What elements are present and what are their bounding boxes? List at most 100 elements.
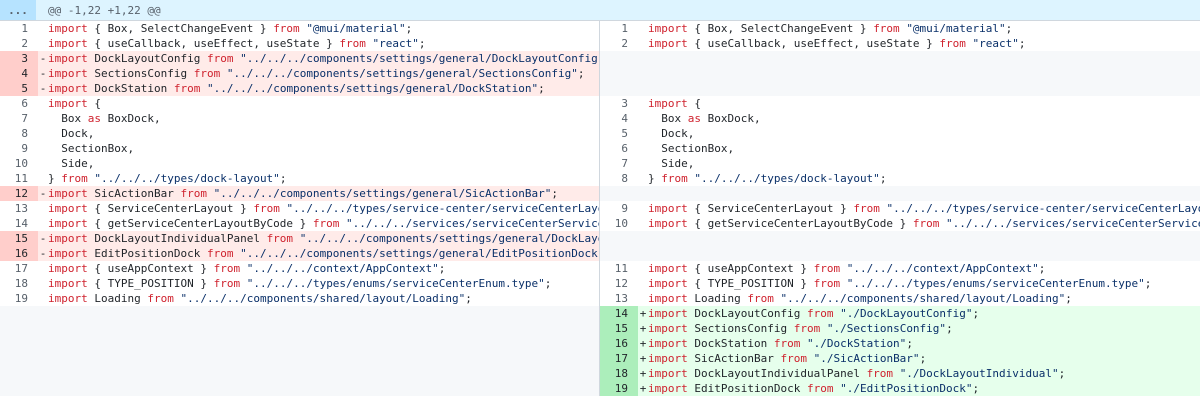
right-diff-line xyxy=(600,66,1200,81)
diff-marker xyxy=(638,51,648,66)
line-number[interactable]: 17 xyxy=(600,351,638,366)
line-number[interactable]: 16 xyxy=(0,246,38,261)
line-number[interactable] xyxy=(600,246,638,261)
line-number[interactable]: 11 xyxy=(0,171,38,186)
line-number[interactable] xyxy=(600,51,638,66)
right-diff-line: 14 + import DockLayoutConfig from "./DockL… xyxy=(600,306,1200,321)
line-number[interactable]: 8 xyxy=(600,171,638,186)
line-number[interactable]: 13 xyxy=(0,201,38,216)
line-number[interactable] xyxy=(0,306,38,321)
line-number[interactable] xyxy=(600,81,638,96)
diff-marker: - xyxy=(39,67,47,80)
line-number[interactable]: 12 xyxy=(600,276,638,291)
line-number[interactable]: 4 xyxy=(600,111,638,126)
line-number[interactable]: 5 xyxy=(600,126,638,141)
line-number[interactable]: 13 xyxy=(600,291,638,306)
diff-marker xyxy=(38,126,48,141)
line-number[interactable] xyxy=(600,186,638,201)
right-diff-line: 16 + import DockStation from "./DockStatio… xyxy=(600,336,1200,351)
code-text: Box as BoxDock, xyxy=(48,112,161,125)
diff-marker xyxy=(38,366,48,381)
line-number[interactable]: 6 xyxy=(600,141,638,156)
diff-marker xyxy=(638,276,648,291)
right-diff-line: 3 import { xyxy=(600,96,1200,111)
line-number[interactable] xyxy=(0,321,38,336)
diff-marker xyxy=(38,336,48,351)
line-number[interactable]: 8 xyxy=(0,126,38,141)
diff-marker xyxy=(38,21,48,36)
line-number[interactable]: 18 xyxy=(0,276,38,291)
line-number[interactable]: 17 xyxy=(0,261,38,276)
line-number[interactable]: 5 xyxy=(0,81,38,96)
diff-marker: - xyxy=(39,52,47,65)
line-number[interactable]: 1 xyxy=(600,21,638,36)
right-diff-line: 4 Box as BoxDock, xyxy=(600,111,1200,126)
line-number[interactable]: 1 xyxy=(0,21,38,36)
code-text: import { getServiceCenterLayoutByCode } … xyxy=(648,217,1200,230)
line-number[interactable] xyxy=(0,381,38,396)
line-number[interactable]: 19 xyxy=(0,291,38,306)
line-number[interactable]: 11 xyxy=(600,261,638,276)
line-number[interactable]: 14 xyxy=(0,216,38,231)
line-number[interactable] xyxy=(0,336,38,351)
right-diff-line: 10 import { getServiceCenterLayoutByCode … xyxy=(600,216,1200,231)
left-diff-line: 18 import { TYPE_POSITION } from "../../.… xyxy=(0,276,599,291)
right-diff-line xyxy=(600,186,1200,201)
code-text: import { useAppContext } from "../../../… xyxy=(48,262,446,275)
right-diff-line: 13 import Loading from "../../../componen… xyxy=(600,291,1200,306)
line-number[interactable]: 7 xyxy=(0,111,38,126)
line-number[interactable] xyxy=(600,66,638,81)
line-number[interactable]: 6 xyxy=(0,96,38,111)
line-number[interactable] xyxy=(0,366,38,381)
left-diff-line: 8 Dock, xyxy=(0,126,599,141)
line-number[interactable]: 10 xyxy=(600,216,638,231)
line-number[interactable]: 2 xyxy=(0,36,38,51)
line-number[interactable]: 10 xyxy=(0,156,38,171)
diff-marker: - xyxy=(39,232,47,245)
line-number[interactable]: 15 xyxy=(600,321,638,336)
line-number[interactable] xyxy=(600,231,638,246)
code-text: SectionBox, xyxy=(648,142,735,155)
line-number[interactable] xyxy=(0,351,38,366)
line-number[interactable]: 9 xyxy=(600,201,638,216)
line-number[interactable]: 4 xyxy=(0,66,38,81)
code-text: import { TYPE_POSITION } from "../../../… xyxy=(48,277,552,290)
code-text: import DockLayoutConfig from "../../../c… xyxy=(48,52,599,65)
code-text: import DockStation from "../../../compon… xyxy=(48,82,545,95)
code-text: SectionBox, xyxy=(48,142,135,155)
diff-marker xyxy=(38,291,48,306)
diff-marker: + xyxy=(639,367,647,380)
diff-marker: - xyxy=(39,187,47,200)
diff-marker xyxy=(38,141,48,156)
diff-marker xyxy=(638,141,648,156)
line-number[interactable]: 15 xyxy=(0,231,38,246)
line-number[interactable]: 2 xyxy=(600,36,638,51)
line-number[interactable]: 19 xyxy=(600,381,638,396)
diff-marker xyxy=(38,201,48,216)
line-number[interactable]: 3 xyxy=(600,96,638,111)
left-diff-line: 10 Side, xyxy=(0,156,599,171)
diff-marker: + xyxy=(639,382,647,395)
line-number[interactable]: 7 xyxy=(600,156,638,171)
hunk-header: ... @@ -1,22 +1,22 @@ xyxy=(0,0,1200,21)
diff-marker xyxy=(38,96,48,111)
code-text: import DockLayoutIndividualPanel from ".… xyxy=(48,232,599,245)
line-number[interactable]: 16 xyxy=(600,336,638,351)
line-number[interactable]: 9 xyxy=(0,141,38,156)
line-number[interactable]: 14 xyxy=(600,306,638,321)
left-diff-line: 2 import { useCallback, useEffect, useSta… xyxy=(0,36,599,51)
expand-hunk-button[interactable]: ... xyxy=(0,0,36,20)
left-diff-line: 16- import EditPositionDock from "../../.… xyxy=(0,246,599,261)
code-text: import { getServiceCenterLayoutByCode } … xyxy=(48,217,599,230)
line-number[interactable]: 12 xyxy=(0,186,38,201)
line-number[interactable]: 3 xyxy=(0,51,38,66)
line-number[interactable]: 18 xyxy=(600,366,638,381)
